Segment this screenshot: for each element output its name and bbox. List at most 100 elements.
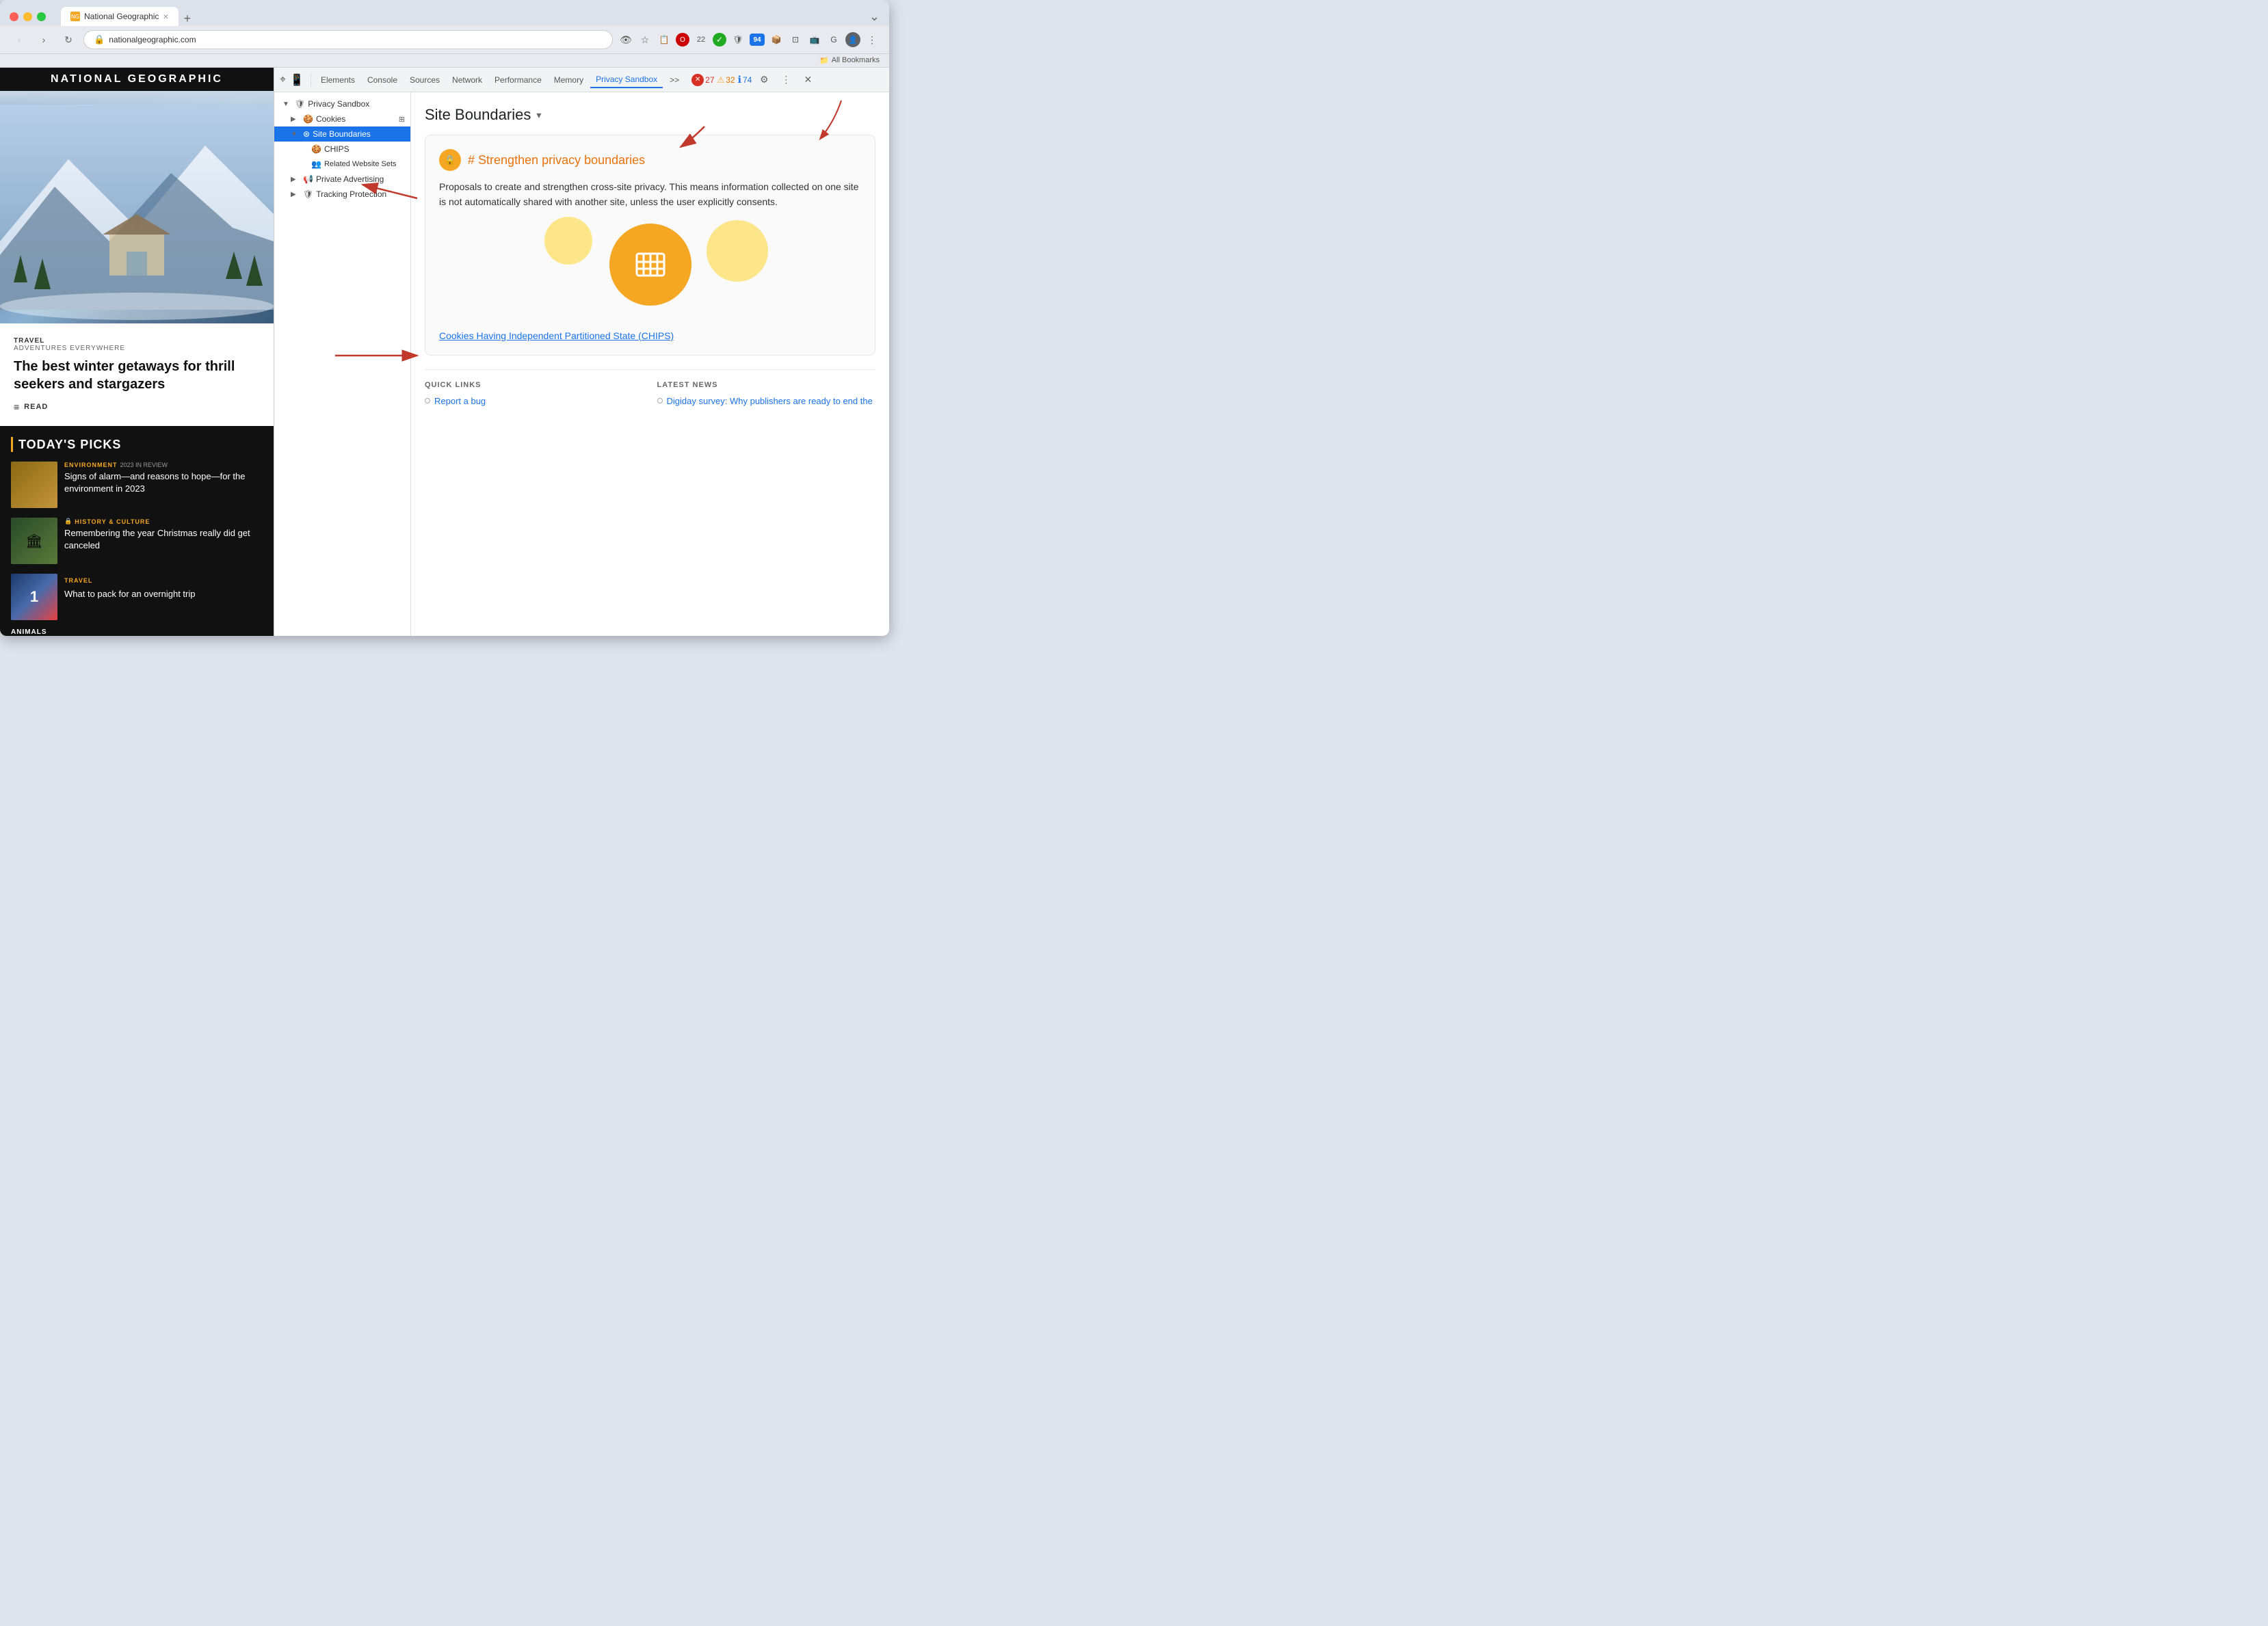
bookmark-icon[interactable]: ☆	[637, 32, 652, 47]
inspect-icon[interactable]: ⌖	[280, 74, 286, 86]
ad-icon: 📢	[303, 174, 313, 184]
privacy-card-description: Proposals to create and strengthen cross…	[439, 179, 861, 210]
tree-private-advertising[interactable]: ▶ 📢 Private Advertising	[274, 172, 410, 187]
extension-icon5[interactable]: 🛡	[730, 32, 746, 47]
title-bar: NG National Geographic × + ⌄	[0, 0, 889, 26]
chips-link-line1: Cookies Having Independent Partitioned	[439, 330, 611, 341]
extension-icon3[interactable]: 22	[694, 32, 709, 47]
tab-favicon: NG	[70, 12, 80, 21]
quick-links-col: QUICK LINKS Report a bug	[425, 381, 644, 406]
error-group: ✕ 27	[691, 74, 714, 86]
hero-image	[0, 91, 274, 323]
pick-meta: 🔒 HISTORY & CULTURE Remembering the year…	[64, 518, 263, 552]
page-title: Site Boundaries	[425, 106, 531, 124]
tab-performance[interactable]: Performance	[489, 72, 547, 88]
extension-icon6[interactable]: 94	[750, 34, 765, 46]
warning-count: 32	[726, 75, 735, 85]
maximize-button[interactable]	[37, 12, 46, 21]
address-text: nationalgeographic.com	[109, 35, 196, 44]
chips-icon: 🍪	[311, 144, 321, 154]
tree-chips[interactable]: 🍪 CHIPS	[274, 142, 410, 157]
bubble-illustration	[439, 210, 861, 319]
close-button[interactable]	[10, 12, 18, 21]
chips-link[interactable]: Cookies Having Independent Partitioned S…	[439, 330, 861, 341]
tab-elements[interactable]: Elements	[315, 72, 360, 88]
quick-links-title: QUICK LINKS	[425, 381, 644, 389]
tree-tracking-protection[interactable]: ▶ 🛡 Tracking Protection	[274, 187, 410, 202]
tab-privacy-sandbox[interactable]: Privacy Sandbox	[590, 72, 663, 88]
today-picks-section: TODAY'S PICKS ENVIRONMENT 2023 IN REVIEW…	[0, 426, 274, 636]
bubble-large-center	[609, 224, 691, 306]
reload-button[interactable]: ↻	[59, 30, 78, 49]
back-button[interactable]: ‹	[10, 30, 29, 49]
tree-cookies[interactable]: ▶ 🍪 Cookies ⊞	[274, 111, 410, 126]
info-group: ℹ 74	[738, 74, 752, 85]
pick-thumbnail	[11, 462, 57, 508]
hash-symbol: #	[468, 153, 475, 167]
pick-category: ENVIRONMENT	[64, 462, 118, 468]
more-options-devtools-icon[interactable]: ⋮	[776, 70, 795, 90]
tab-network[interactable]: Network	[447, 72, 488, 88]
rws-icon: 👥	[311, 159, 321, 169]
tree-chips-label: CHIPS	[324, 144, 350, 154]
report-bug-link[interactable]: Report a bug	[425, 396, 644, 406]
list-item: 🏛 🔒 HISTORY & CULTURE Remembering the ye…	[11, 518, 263, 564]
forward-button[interactable]: ›	[34, 30, 53, 49]
more-options-icon[interactable]: ⋮	[865, 32, 880, 47]
list-item: 1 TRAVEL What to pack for an overnight t…	[11, 574, 263, 620]
site-boundaries-header: Site Boundaries ▾	[425, 106, 875, 124]
extension-icon4[interactable]: ✓	[713, 33, 726, 46]
tab-sources[interactable]: Sources	[404, 72, 445, 88]
read-button[interactable]: ≡ READ	[14, 401, 260, 412]
cast-icon[interactable]: 📺	[807, 32, 822, 47]
warning-group: ⚠ 32	[717, 75, 735, 85]
extension-icon1[interactable]: 📋	[657, 32, 672, 47]
profile-avatar[interactable]: 👤	[845, 32, 860, 47]
device-icon[interactable]: 📱	[290, 73, 304, 87]
pick-title[interactable]: Remembering the year Christmas really di…	[64, 527, 263, 552]
tab-console[interactable]: Console	[362, 72, 403, 88]
minimize-button[interactable]	[23, 12, 32, 21]
tab-close-button[interactable]: ×	[163, 11, 168, 22]
eye-off-icon[interactable]: 👁	[618, 32, 633, 47]
tree-private-advertising-label: Private Advertising	[316, 174, 384, 184]
bookmarks-bar: 📁 All Bookmarks	[0, 54, 889, 68]
main-area: National Geographic	[0, 68, 889, 636]
address-field[interactable]: 🔒 nationalgeographic.com	[83, 30, 613, 49]
pick-title[interactable]: What to pack for an overnight trip	[64, 588, 263, 600]
profile-icon[interactable]: G	[826, 32, 841, 47]
active-tab[interactable]: NG National Geographic ×	[61, 7, 179, 26]
pick-meta: TRAVEL What to pack for an overnight tri…	[64, 574, 263, 600]
close-devtools-icon[interactable]: ✕	[798, 70, 817, 90]
tab-more[interactable]: >>	[664, 72, 685, 88]
tab-memory[interactable]: Memory	[549, 72, 589, 88]
info-icon: ℹ	[738, 74, 741, 85]
article-card: TRAVEL ADVENTURES EVERYWHERE The best wi…	[0, 323, 274, 426]
window-controls[interactable]: ⌄	[869, 10, 880, 24]
tree-privacy-sandbox-label: Privacy Sandbox	[308, 99, 369, 109]
tree-privacy-sandbox[interactable]: ▼ 🛡 Privacy Sandbox	[274, 96, 410, 111]
extension-icon2[interactable]: O	[676, 33, 689, 46]
privacy-card: 🔒 # Strengthen privacy boundaries Propos…	[425, 135, 875, 356]
tab-title: National Geographic	[84, 12, 159, 21]
tree-related-website-sets[interactable]: 👥 Related Website Sets	[274, 157, 410, 172]
settings-icon[interactable]: ⚙	[754, 70, 774, 90]
extension-icon7[interactable]: 📦	[769, 32, 784, 47]
tree-tracking-protection-label: Tracking Protection	[316, 189, 386, 199]
browser-window: NG National Geographic × + ⌄ ‹ › ↻ 🔒 nat…	[0, 0, 889, 636]
privacy-sandbox-icon: 🛡	[295, 99, 305, 109]
dropdown-icon[interactable]: ▾	[536, 109, 541, 121]
extension-icon8[interactable]: ⊡	[788, 32, 803, 47]
latest-news-col: LATEST NEWS Digiday survey: Why publishe…	[657, 381, 876, 406]
tree-site-boundaries[interactable]: ▼ ⊛ Site Boundaries	[274, 126, 410, 142]
privacy-card-header: 🔒 # Strengthen privacy boundaries	[439, 149, 861, 171]
latest-news-text: Digiday survey: Why publishers are ready…	[667, 396, 873, 406]
collapse-icon: ▼	[291, 131, 300, 138]
picks-list: ENVIRONMENT 2023 IN REVIEW Signs of alar…	[11, 462, 263, 620]
cookies-expand-icon: ⊞	[399, 115, 405, 124]
tree-site-boundaries-label: Site Boundaries	[313, 129, 371, 139]
new-tab-button[interactable]: +	[179, 12, 197, 26]
pick-title[interactable]: Signs of alarm—and reasons to hope—for t…	[64, 470, 263, 495]
latest-news-link[interactable]: Digiday survey: Why publishers are ready…	[657, 396, 876, 406]
article-subtitle: ADVENTURES EVERYWHERE	[14, 345, 260, 352]
